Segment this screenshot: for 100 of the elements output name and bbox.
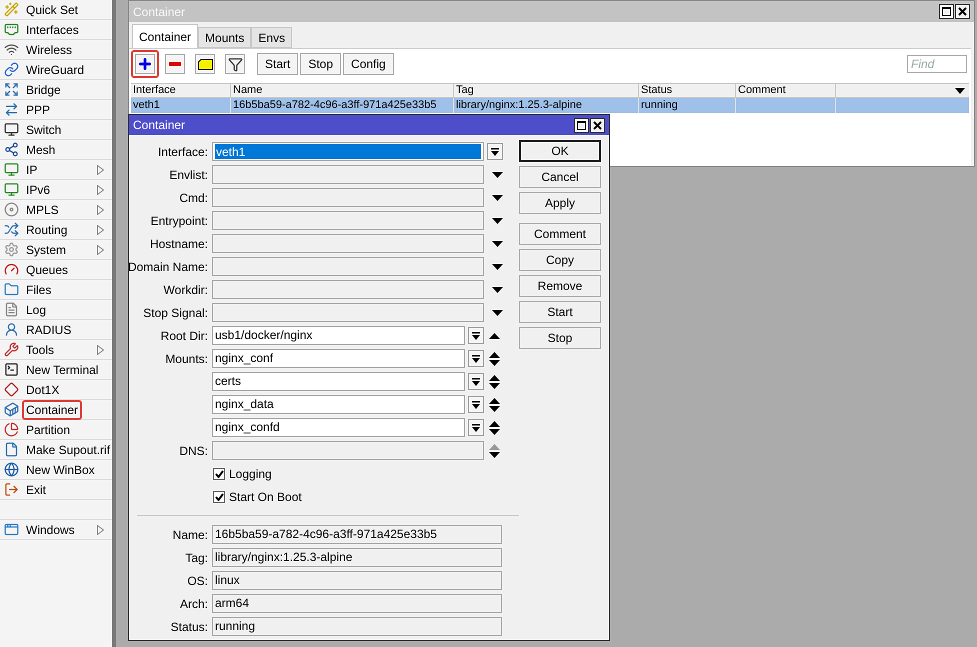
menu-item[interactable]: Wireless <box>0 40 112 60</box>
wifi-icon <box>4 42 19 57</box>
readonly-field: library/nginx:1.25.3-alpine <box>212 548 502 567</box>
column-menu-icon[interactable] <box>955 88 965 94</box>
up-down-arrows-icon[interactable] <box>489 374 500 388</box>
input-field[interactable] <box>212 234 484 253</box>
menu-item[interactable]: Bridge <box>0 80 112 100</box>
menu-item[interactable]: New WinBox <box>0 460 112 480</box>
column-header[interactable]: Name <box>231 84 454 97</box>
input-field[interactable]: nginx_confd <box>212 418 465 437</box>
menu-item[interactable]: Container <box>0 400 112 420</box>
column-header[interactable]: Status <box>639 84 736 97</box>
input-field[interactable] <box>212 280 484 299</box>
maximize-button[interactable] <box>939 4 954 19</box>
input-field[interactable] <box>212 257 484 276</box>
combo-field[interactable]: veth1 <box>212 142 484 161</box>
up-down-arrows-icon[interactable] <box>489 352 500 366</box>
tab[interactable]: Container <box>132 24 198 48</box>
dialog-button[interactable]: Apply <box>519 192 601 214</box>
input-field[interactable]: certs <box>212 372 465 391</box>
column-header[interactable]: Interface <box>131 84 231 97</box>
up-down-arrows-icon[interactable] <box>489 420 500 434</box>
menu-item[interactable]: IP <box>0 160 112 180</box>
toolbar-button[interactable] <box>195 54 215 74</box>
dropdown-icon[interactable] <box>492 172 503 178</box>
menu-item[interactable]: Files <box>0 280 112 300</box>
column-header[interactable]: Tag <box>454 84 639 97</box>
input-field[interactable]: usb1/docker/nginx <box>212 326 465 345</box>
dropdown-icon[interactable] <box>492 264 503 270</box>
dropdown-button[interactable] <box>487 143 503 160</box>
dialog-button[interactable]: Remove <box>519 275 601 297</box>
table-row[interactable]: veth1 16b5ba59-a782-4c96-a3ff-971a425e33b5 library/nginx:1.25.3-alpine running <box>131 98 969 113</box>
shuffle-icon <box>4 222 19 237</box>
menu-item[interactable]: Routing <box>0 220 112 240</box>
menu-item[interactable]: RADIUS <box>0 320 112 340</box>
close-button[interactable] <box>590 118 605 132</box>
menu-item[interactable]: Queues <box>0 260 112 280</box>
dialog-button[interactable]: OK <box>519 140 601 162</box>
menu-item[interactable]: IPv6 <box>0 180 112 200</box>
toolbar-button[interactable]: Stop <box>300 53 342 75</box>
input-field[interactable] <box>212 441 484 460</box>
menu-item[interactable]: Quick Set <box>0 0 112 20</box>
dropdown-button[interactable] <box>468 327 484 344</box>
input-field[interactable]: nginx_conf <box>212 349 465 368</box>
menu-item[interactable]: MPLS <box>0 200 112 220</box>
maximize-button[interactable] <box>574 118 589 132</box>
dropdown-icon <box>472 332 480 340</box>
up-down-arrows-icon[interactable] <box>489 398 500 412</box>
dropdown-icon[interactable] <box>492 286 503 292</box>
column-header[interactable]: Comment <box>736 84 836 97</box>
menu-item[interactable]: System <box>0 240 112 260</box>
up-down-arrows-icon[interactable] <box>489 444 500 458</box>
input-field[interactable]: nginx_data <box>212 395 465 414</box>
menu-item[interactable]: Tools <box>0 340 112 360</box>
tab[interactable]: Mounts <box>198 27 252 48</box>
toolbar-button[interactable] <box>225 54 245 74</box>
dialog-button[interactable]: Stop <box>519 327 601 349</box>
dropdown-icon[interactable] <box>492 310 503 316</box>
menu-item[interactable]: Windows <box>0 520 112 540</box>
dialog-button[interactable]: Start <box>519 301 601 323</box>
document-icon <box>4 302 19 317</box>
menu-item[interactable]: Switch <box>0 120 112 140</box>
dialog-button[interactable]: Cancel <box>519 166 601 188</box>
menu-item[interactable]: Mesh <box>0 140 112 160</box>
dropdown-icon[interactable] <box>492 240 503 246</box>
tab[interactable]: Envs <box>251 27 292 48</box>
menu-item[interactable]: Exit <box>0 480 112 500</box>
menu-item[interactable]: Log <box>0 300 112 320</box>
dropdown-button[interactable] <box>468 396 484 413</box>
dropdown-button[interactable] <box>468 373 484 390</box>
up-arrow-icon[interactable] <box>489 332 500 338</box>
close-button[interactable] <box>955 4 970 19</box>
menu-item[interactable]: Dot1X <box>0 380 112 400</box>
menu-item[interactable]: PPP <box>0 100 112 120</box>
menu-item[interactable]: Interfaces <box>0 20 112 40</box>
input-field[interactable] <box>212 188 484 207</box>
menu-item[interactable]: Make Supout.rif <box>0 440 112 460</box>
dropdown-icon[interactable] <box>492 194 503 200</box>
checkbox[interactable] <box>213 490 225 502</box>
menu-item[interactable]: New Terminal <box>0 360 112 380</box>
field-label: Stop Signal: <box>143 304 208 322</box>
input-field[interactable] <box>212 211 484 230</box>
menu-item[interactable]: WireGuard <box>0 60 112 80</box>
dropdown-icon <box>472 354 480 362</box>
minus-icon <box>169 62 181 66</box>
dialog-button[interactable]: Comment <box>519 223 601 245</box>
input-field[interactable] <box>212 303 484 322</box>
toolbar-button[interactable] <box>135 54 155 74</box>
checkbox[interactable] <box>213 468 225 480</box>
menu-item[interactable]: Partition <box>0 420 112 440</box>
menu-label: Exit <box>25 482 48 498</box>
find-field[interactable]: Find <box>907 55 967 73</box>
dropdown-button[interactable] <box>468 350 484 367</box>
dropdown-icon[interactable] <box>492 218 503 224</box>
toolbar-button[interactable]: Config <box>343 53 394 75</box>
dropdown-button[interactable] <box>468 419 484 436</box>
dialog-button[interactable]: Copy <box>519 249 601 271</box>
readonly-field: 16b5ba59-a782-4c96-a3ff-971a425e33b5 <box>212 525 502 544</box>
input-field[interactable] <box>212 165 484 184</box>
toolbar-button[interactable]: Start <box>257 53 298 75</box>
